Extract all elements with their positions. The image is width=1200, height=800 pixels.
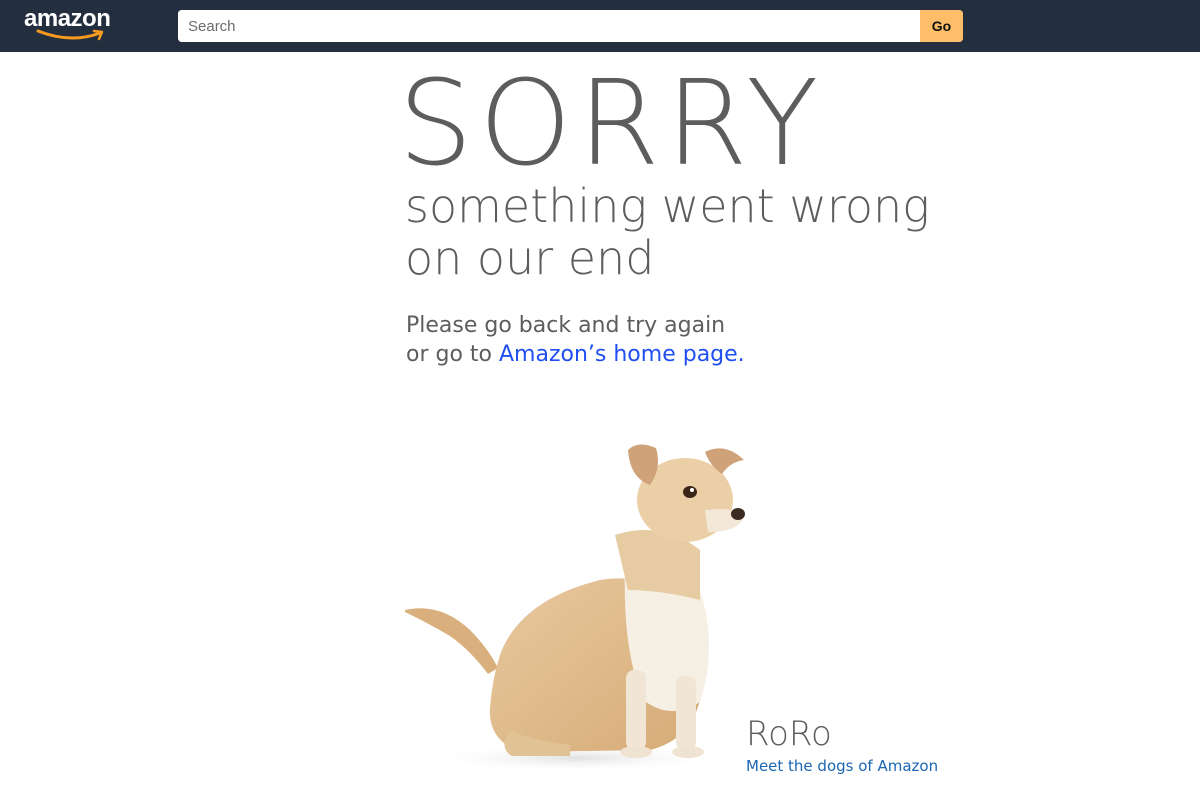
error-message-line-2: or go to Amazon’s home page. [406, 340, 745, 369]
error-subtitle: something went wrong on our end [405, 180, 930, 284]
amazon-logo[interactable]: amazon [22, 4, 122, 44]
go-button[interactable]: Go [920, 10, 963, 42]
error-message: Please go back and try again or go to Am… [406, 311, 745, 369]
top-navigation-bar: amazon Go [0, 0, 1200, 52]
error-message-line-1: Please go back and try again [406, 313, 726, 338]
dog-illustration [405, 444, 745, 772]
error-subtitle-line-2: on our end [405, 231, 655, 285]
search-bar: Go [178, 10, 963, 42]
dog-name: RoRo [746, 714, 832, 754]
search-input[interactable] [178, 10, 920, 42]
error-message-prefix: or go to [406, 342, 499, 367]
home-page-link[interactable]: Amazon’s home page. [499, 342, 745, 367]
error-title: SORRY [398, 54, 825, 192]
amazon-smile-icon [36, 29, 104, 41]
meet-the-dogs-link[interactable]: Meet the dogs of Amazon [746, 757, 938, 775]
error-subtitle-line-1: something went wrong [405, 179, 930, 233]
